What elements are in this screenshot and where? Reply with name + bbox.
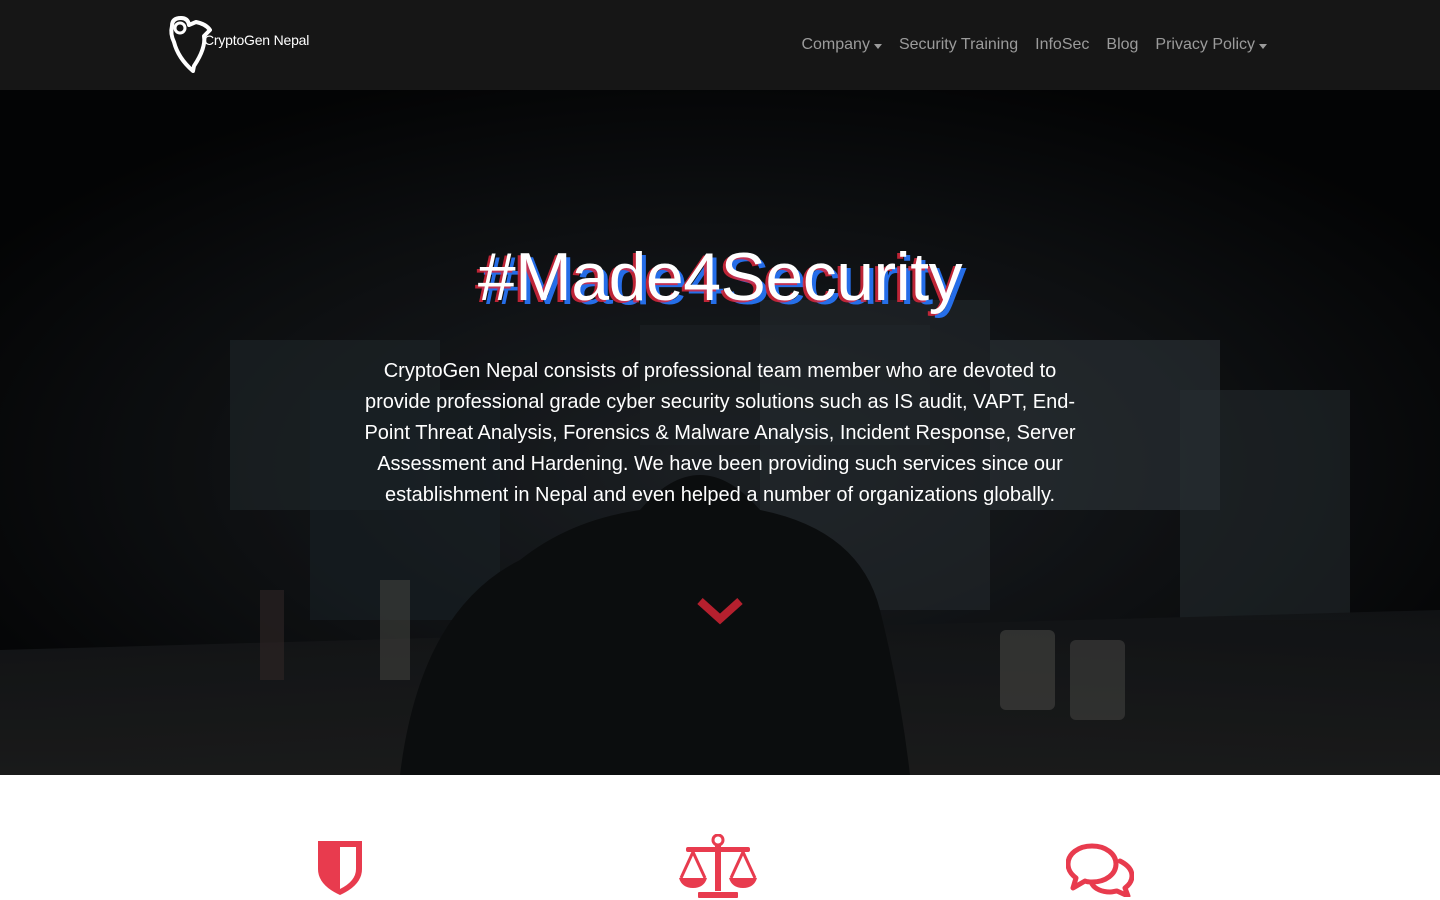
hero-section: #Made4Security CryptoGen Nepal consists … [0,90,1440,775]
brand-name: CryptoGen Nepal [204,32,310,48]
nav-item-blog[interactable]: Blog [1106,36,1138,54]
brand-link[interactable]: CryptoGen Nepal [166,16,326,74]
nav-item-label: Security Training [898,36,1019,53]
nav-item-label: Privacy Policy [1155,36,1255,53]
chevron-down-icon[interactable] [697,595,743,627]
hero-description: CryptoGen Nepal consists of professional… [364,360,1076,506]
nav-item-label: Company [801,36,870,53]
nav-item-infosec[interactable]: InfoSec [1035,36,1089,54]
hero-title: #Made4Security [477,239,963,315]
balance-scale-icon [679,834,757,898]
shield-icon [318,841,362,895]
navbar: CryptoGen Nepal Company Security Trainin… [0,0,1440,90]
nav-item-privacy-policy[interactable]: Privacy Policy [1155,36,1267,54]
nav-item-security-training[interactable]: Security Training [899,36,1018,54]
comments-icon [1066,843,1134,897]
caret-down-icon [1259,43,1267,49]
nav-item-label: InfoSec [1035,36,1090,53]
features-section [0,775,1440,900]
main-nav: Company Security Training InfoSec Blog P… [801,33,1267,57]
nav-item-label: Blog [1106,36,1139,53]
caret-down-icon [873,43,882,49]
nav-item-company[interactable]: Company [801,36,882,54]
